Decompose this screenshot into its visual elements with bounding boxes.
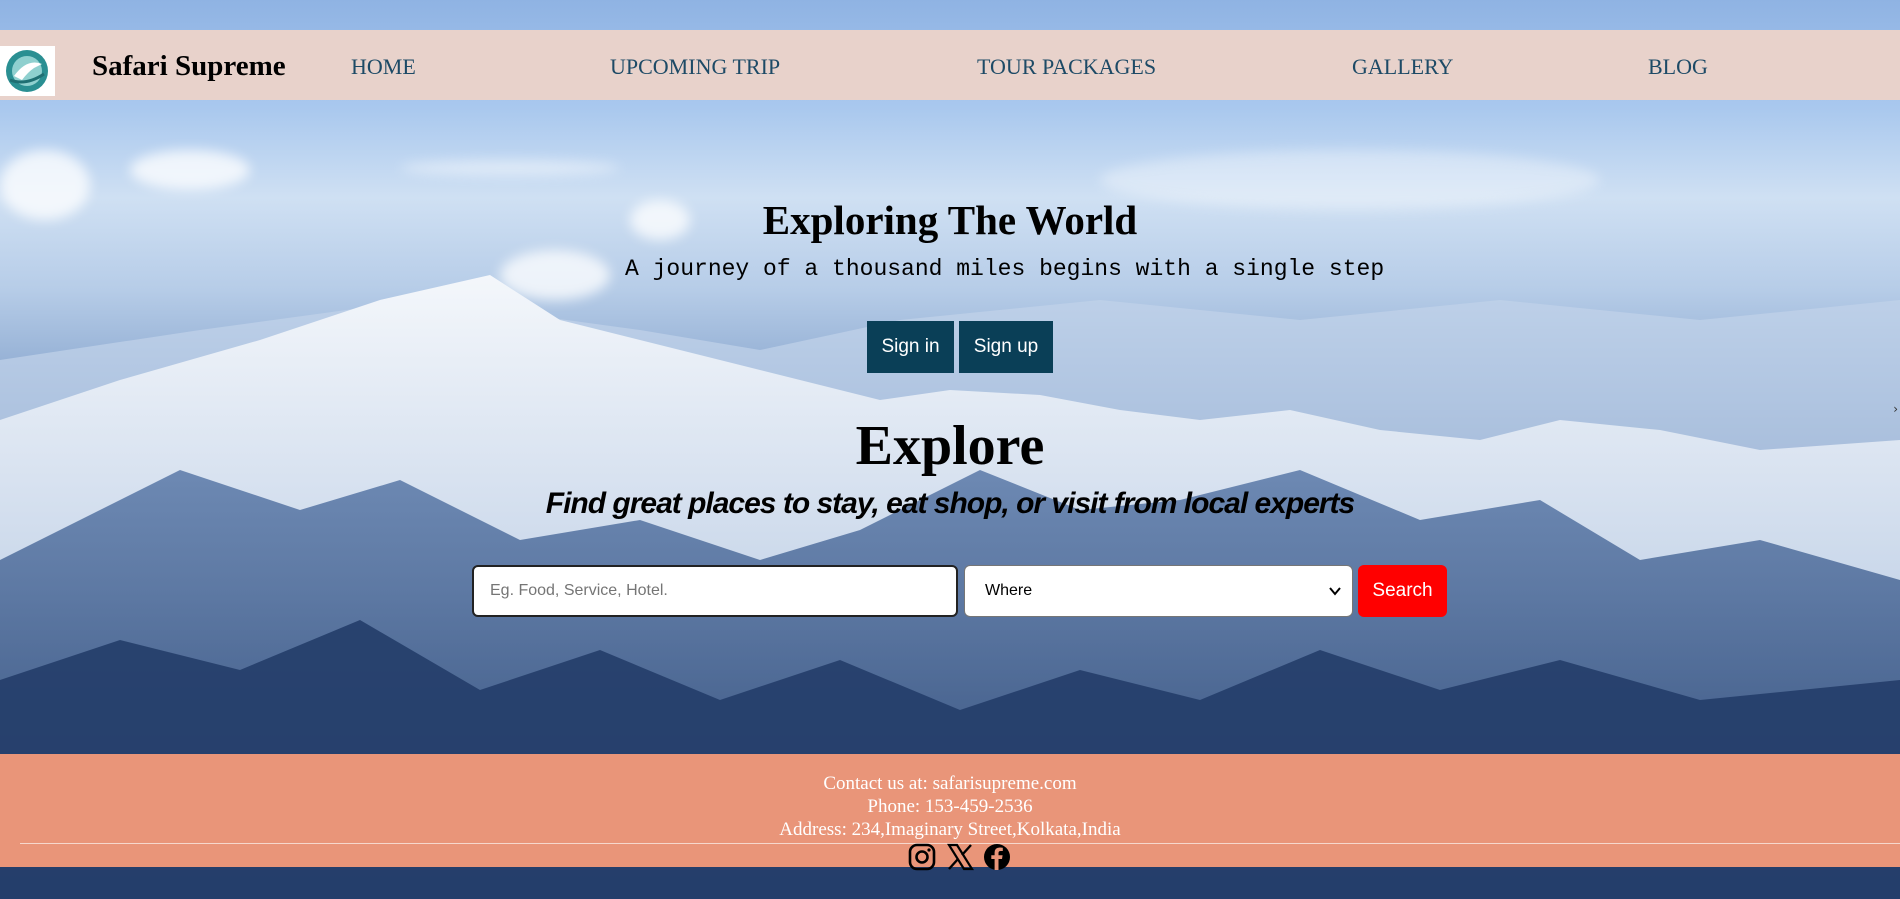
nav-blog[interactable]: BLOG	[1648, 54, 1708, 80]
x-icon[interactable]	[945, 842, 975, 872]
hero-subtitle: A journey of a thousand miles begins wit…	[625, 256, 1385, 282]
instagram-icon[interactable]	[907, 842, 937, 872]
brand-name[interactable]: Safari Supreme	[92, 50, 286, 83]
chevron-down-icon	[1329, 587, 1341, 596]
facebook-icon[interactable]	[982, 842, 1012, 872]
footer-contact: Contact us at: safarisupreme.com	[823, 773, 1077, 794]
hero-title: Exploring The World	[762, 197, 1138, 243]
scroll-chevron-icon[interactable]: ›	[1893, 402, 1898, 416]
sign-in-button[interactable]: Sign in	[867, 321, 954, 373]
sign-up-button[interactable]: Sign up	[959, 321, 1053, 373]
logo-icon[interactable]	[0, 46, 55, 96]
nav-upcoming-trip[interactable]: UPCOMING TRIP	[610, 54, 780, 80]
explore-title: Explore	[855, 415, 1045, 477]
explore-subtitle: Find great places to stay, eat shop, or …	[545, 487, 1355, 520]
nav-tour-packages[interactable]: TOUR PACKAGES	[977, 54, 1156, 80]
footer-address: Address: 234,Imaginary Street,Kolkata,In…	[779, 819, 1121, 840]
top-navbar: Safari Supreme HOME UPCOMING TRIP TOUR P…	[0, 30, 1900, 100]
where-select[interactable]: Where	[964, 565, 1353, 617]
footer-phone: Phone: 153-459-2536	[867, 796, 1033, 817]
search-button[interactable]: Search	[1358, 565, 1447, 617]
nav-home[interactable]: HOME	[351, 54, 416, 80]
nav-gallery[interactable]: GALLERY	[1352, 54, 1453, 80]
search-input[interactable]	[472, 565, 958, 617]
where-select-value: Where	[985, 582, 1033, 599]
